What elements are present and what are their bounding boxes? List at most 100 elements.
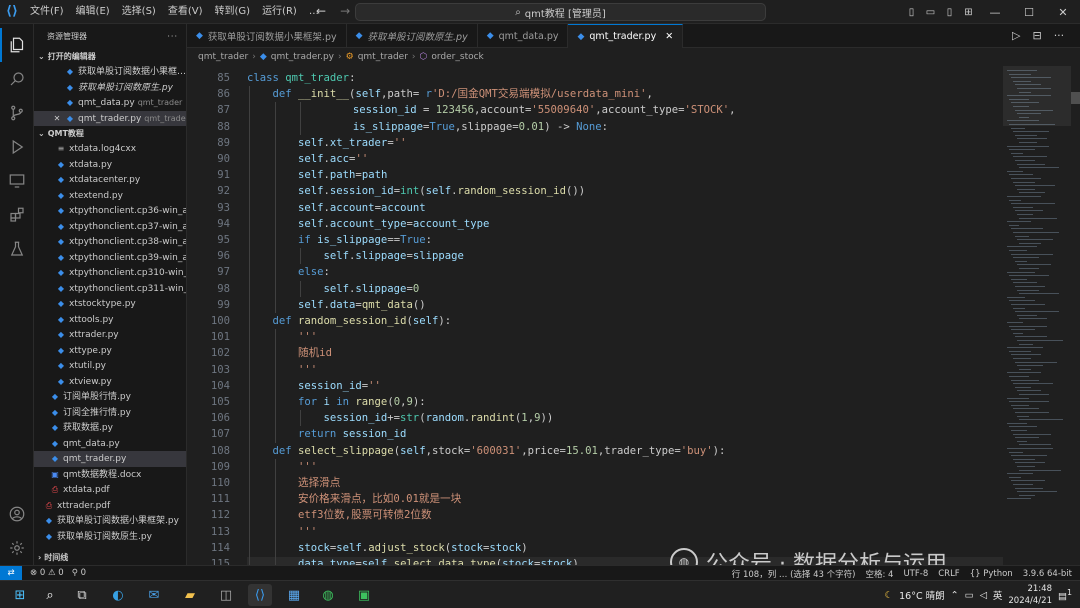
close-window-button[interactable]: ✕ <box>1046 6 1080 19</box>
open-editor-item[interactable]: ◆ 获取单股订阅数原生.py <box>34 80 186 96</box>
code-line[interactable]: 88 is_slippage=True,slippage=0.01) -> Non… <box>187 118 1003 135</box>
file-tree-item[interactable]: ▣ qmt数据教程.docx <box>34 467 186 483</box>
weather-text[interactable]: 16°C 晴朗 <box>899 588 945 602</box>
volume-icon[interactable]: ◁ <box>980 590 987 601</box>
maximize-button[interactable]: ☐ <box>1012 6 1046 19</box>
code-line[interactable]: 104 session_id='' <box>187 377 1003 394</box>
file-tree-item[interactable]: ◆ 获取数据.py <box>34 420 186 436</box>
file-tree-item[interactable]: ◆ xtpythonclient.cp311-win_a… <box>34 281 186 297</box>
code-line[interactable]: 108 def select_slippage(self,stock='60003… <box>187 442 1003 459</box>
run-debug-icon[interactable] <box>0 130 34 164</box>
back-arrow-icon[interactable]: ← <box>316 4 326 18</box>
menu-item[interactable]: 转到(G) <box>209 0 257 24</box>
breadcrumb-item[interactable]: order_stock <box>431 52 483 62</box>
scroll-thumb[interactable] <box>1071 92 1080 104</box>
code-line[interactable]: 86 def __init__(self,path= r'D:/国金QMT交易端模… <box>187 86 1003 103</box>
file-tree-item[interactable]: ◆ xttools.py <box>34 312 186 328</box>
tray-chevron-icon[interactable]: ⌃ <box>951 590 959 601</box>
code-line[interactable]: 92 self.session_id=int(self.random_sessio… <box>187 183 1003 200</box>
open-editor-item[interactable]: ◆ 获取单股订阅数据小果框… <box>34 64 186 80</box>
status-item[interactable]: {} Python <box>970 569 1013 579</box>
edge-icon[interactable]: ◐ <box>106 584 130 606</box>
notification-icon[interactable]: ▤1 <box>1058 588 1072 602</box>
file-tree-item[interactable]: ⎙ xttrader.pdf <box>34 498 186 514</box>
open-editor-item[interactable]: ◆ qmt_data.py qmt_trader <box>34 95 186 111</box>
ime-indicator[interactable]: 英 <box>993 588 1003 602</box>
code-line[interactable]: 105 for i in range(0,9): <box>187 394 1003 411</box>
problems-status[interactable]: ⊗ 0 ⚠ 0 <box>30 568 64 578</box>
split-editor-icon[interactable]: ⊟ <box>1032 29 1041 42</box>
file-tree-item[interactable]: ◆ xtpythonclient.cp38-win_a… <box>34 234 186 250</box>
tab-2[interactable]: ◆ qmt_data.py <box>478 24 569 48</box>
search-icon[interactable] <box>0 62 34 96</box>
code-line[interactable]: 87 session_id = 123456,account='55009640'… <box>187 102 1003 119</box>
code-line[interactable]: 91 self.path=path <box>187 167 1003 184</box>
status-item[interactable]: UTF-8 <box>903 569 928 579</box>
editor-scrollbar[interactable] <box>1071 66 1080 565</box>
file-tree-item[interactable]: ◆ xttrader.py <box>34 327 186 343</box>
file-explorer-icon[interactable]: ▰ <box>178 584 202 606</box>
windows-start-icon[interactable]: ⊞ <box>8 584 32 606</box>
task-view-icon[interactable]: ⧉ <box>70 584 94 606</box>
code-editor[interactable]: 85 class qmt_trader: 86 def __init__(self,p… <box>187 66 1003 565</box>
open-editor-item[interactable]: ✕ ◆ qmt_trader.py qmt_trader <box>34 110 186 126</box>
toggle-primary-sidebar-icon[interactable]: ▯ <box>902 7 921 18</box>
status-item[interactable]: 行 108，列 … (选择 43 个字符) <box>732 568 856 580</box>
more-actions-icon[interactable]: ··· <box>1054 29 1065 42</box>
toggle-secondary-sidebar-icon[interactable]: ▯ <box>940 7 959 18</box>
status-item[interactable]: 空格: 4 <box>865 568 893 580</box>
close-tab-icon[interactable]: ✕ <box>665 31 673 42</box>
terminal-taskbar-icon[interactable]: ▣ <box>352 584 376 606</box>
timeline-header[interactable]: › 时间线 <box>34 550 186 565</box>
forward-arrow-icon[interactable]: → <box>340 4 350 18</box>
more-actions-icon[interactable]: ··· <box>167 24 178 49</box>
file-tree-item[interactable]: ◆ xtpythonclient.cp310-win_a… <box>34 265 186 281</box>
menu-item[interactable]: 运行(R) <box>256 0 303 24</box>
minimap-viewport[interactable] <box>1003 66 1071 126</box>
ports-status[interactable]: ⚲ 0 <box>72 568 86 578</box>
code-line[interactable]: 85 class qmt_trader: <box>187 70 1003 86</box>
code-line[interactable]: 99 self.data=qmt_data() <box>187 296 1003 313</box>
folder-header[interactable]: ⌄ QMT教程 <box>34 126 186 141</box>
code-line[interactable]: 95 if is_slippage==True: <box>187 232 1003 249</box>
code-line[interactable]: 110 选择滑点 <box>187 475 1003 492</box>
network-icon[interactable]: ▭ <box>965 590 974 601</box>
menu-item[interactable]: 文件(F) <box>24 0 70 24</box>
clock[interactable]: 21:48 2024/4/21 <box>1008 583 1052 607</box>
file-tree-item[interactable]: ◆ 订阅全推行情.py <box>34 405 186 421</box>
store-icon[interactable]: ◫ <box>214 584 238 606</box>
minimap[interactable] <box>1003 66 1071 565</box>
command-center-search[interactable]: ⌕ qmt教程 [管理员] <box>355 3 766 21</box>
file-tree-item[interactable]: ◆ xtview.py <box>34 374 186 390</box>
menu-item[interactable]: 选择(S) <box>116 0 162 24</box>
code-line[interactable]: 112 etf3位数,股票可转债2位数 <box>187 507 1003 524</box>
source-control-icon[interactable] <box>0 96 34 130</box>
testing-icon[interactable] <box>0 232 34 266</box>
toggle-panel-icon[interactable]: ▭ <box>921 7 940 18</box>
status-item[interactable]: 3.9.6 64-bit <box>1023 569 1072 579</box>
status-item[interactable]: CRLF <box>938 569 959 579</box>
file-tree-item[interactable]: ◆ xtpythonclient.cp39-win_a… <box>34 250 186 266</box>
explorer-icon[interactable] <box>0 28 34 62</box>
manage-gear-icon[interactable] <box>0 531 34 565</box>
remote-explorer-icon[interactable] <box>0 164 34 198</box>
file-tree-item[interactable]: ◆ xtutil.py <box>34 358 186 374</box>
file-tree-item[interactable]: ◆ xtstocktype.py <box>34 296 186 312</box>
code-line[interactable]: 96 self.slippage=slippage <box>187 248 1003 265</box>
code-line[interactable]: 97 else: <box>187 264 1003 281</box>
file-tree-item[interactable]: ◆ qmt_data.py <box>34 436 186 452</box>
wechat-taskbar-icon[interactable]: ◍ <box>316 584 340 606</box>
code-line[interactable]: 113 ''' <box>187 523 1003 540</box>
file-tree-item[interactable]: ◆ xttype.py <box>34 343 186 359</box>
file-tree-item[interactable]: ◆ xtpythonclient.cp36-win_a… <box>34 203 186 219</box>
customize-layout-icon[interactable]: ⊞ <box>959 7 978 18</box>
file-tree-item[interactable]: ◆ xtpythonclient.cp37-win_a… <box>34 219 186 235</box>
taskbar-search-icon[interactable]: ⌕ <box>38 584 62 606</box>
code-line[interactable]: 93 self.account=account <box>187 199 1003 216</box>
file-tree-item[interactable]: ◆ xtextend.py <box>34 188 186 204</box>
file-tree-item[interactable]: ◆ xtdatacenter.py <box>34 172 186 188</box>
file-tree-item[interactable]: ◆ 获取单股订阅数原生.py <box>34 529 186 545</box>
code-line[interactable]: 102 随机id <box>187 345 1003 362</box>
file-tree-item[interactable]: ◆ 获取单股订阅数据小果框架.py <box>34 513 186 529</box>
code-line[interactable]: 111 安价格来滑点，比如0.01就是一块 <box>187 491 1003 508</box>
